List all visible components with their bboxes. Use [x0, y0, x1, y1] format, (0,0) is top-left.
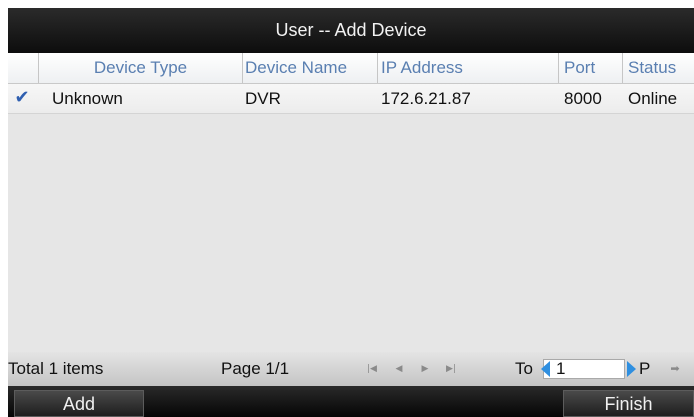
table-row[interactable]: ✔ Unknown DVR 172.6.21.87 8000 Online: [8, 84, 694, 114]
page-indicator: Page 1/1: [221, 359, 290, 378]
go-arrow-icon[interactable]: ➡: [668, 363, 682, 375]
finish-button[interactable]: Finish: [563, 390, 694, 417]
total-items-label: Total 1 items: [8, 359, 104, 378]
cell-status: Online: [628, 89, 678, 108]
prev-page-icon[interactable]: ◀: [392, 363, 406, 375]
page-number-input[interactable]: [543, 359, 625, 379]
goto-label: To: [515, 359, 533, 378]
header-select-cell[interactable]: [8, 53, 39, 83]
page-suffix-label: P: [639, 359, 651, 378]
cell-ip-address: 172.6.21.87: [381, 89, 471, 108]
page-decrement-icon[interactable]: [541, 361, 550, 377]
cell-device-name: DVR: [245, 89, 281, 108]
column-header-device-name[interactable]: Device Name: [243, 53, 378, 83]
next-page-icon[interactable]: ▶: [418, 363, 432, 375]
cell-port: 8000: [564, 89, 602, 108]
column-header-status[interactable]: Status: [624, 53, 694, 83]
checkmark-icon[interactable]: ✔: [12, 88, 32, 108]
dialog-title-bar: User -- Add Device: [8, 8, 694, 53]
table-empty-area: [8, 114, 694, 360]
page-increment-icon[interactable]: [627, 361, 636, 377]
pagination-bar: Total 1 items Page 1/1 |◀ ◀ ▶ ▶| To P ➡: [8, 352, 694, 386]
dialog-title: User -- Add Device: [275, 20, 427, 40]
add-button[interactable]: Add: [14, 390, 144, 417]
last-page-icon[interactable]: ▶|: [444, 363, 458, 375]
bottom-toolbar: Add Finish: [8, 386, 694, 417]
column-header-device-type[interactable]: Device Type: [39, 53, 243, 83]
cell-device-type: Unknown: [52, 89, 123, 108]
add-device-dialog: User -- Add Device Device Type Device Na…: [8, 8, 694, 417]
column-header-port[interactable]: Port: [560, 53, 623, 83]
column-header-ip-address[interactable]: IP Address: [379, 53, 559, 83]
table-header: Device Type Device Name IP Address Port …: [8, 53, 694, 84]
first-page-icon[interactable]: |◀: [365, 363, 379, 375]
